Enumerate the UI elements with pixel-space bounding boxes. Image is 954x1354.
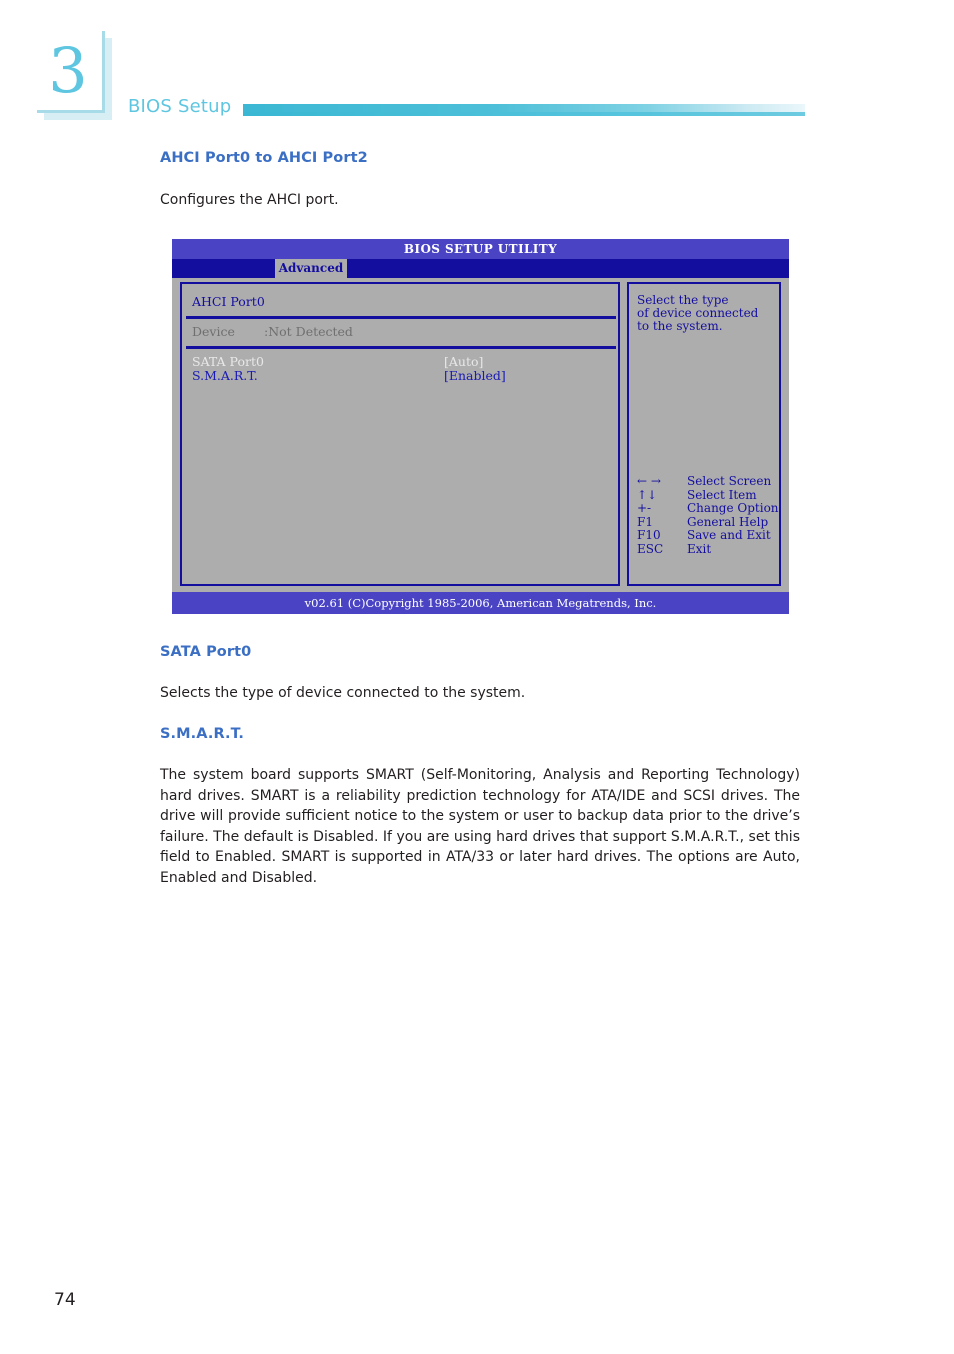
bios-footer-copyright: v02.61 (C)Copyright 1985-2006, American …	[172, 592, 789, 614]
bios-tab-bar: Advanced	[172, 259, 789, 278]
section-heading-sata-port0: SATA Port0	[160, 644, 252, 660]
bios-help-pane: Select the type of device connected to t…	[627, 282, 781, 586]
legend-key-esc: ESC	[637, 541, 664, 556]
bios-setup-screenshot: BIOS SETUP UTILITY Advanced AHCI Port0 D…	[172, 239, 789, 614]
bios-option-label-smart[interactable]: S.M.A.R.T.	[192, 368, 258, 383]
legend-row: F10 Save and Exit	[637, 528, 779, 542]
bios-help-line: to the system.	[637, 319, 723, 333]
legend-row: ← → Select Screen	[637, 474, 779, 488]
bios-device-value: :Not Detected	[264, 324, 353, 339]
bios-separator-top	[186, 316, 616, 319]
section-body-sata-port0: Selects the type of device connected to …	[160, 685, 526, 701]
section-body-smart: The system board supports SMART (Self-Mo…	[160, 767, 800, 886]
bios-help-line: Select the type	[637, 293, 729, 307]
bios-option-label-sata-port0[interactable]: SATA Port0	[192, 354, 264, 369]
bios-body: AHCI Port0 Device :Not Detected SATA Por…	[172, 278, 789, 592]
legend-key-f1: F1	[637, 514, 653, 529]
bios-option-value-smart[interactable]: [Enabled]	[444, 368, 506, 383]
legend-desc-change-option: Change Option	[687, 501, 779, 515]
chapter-number: 3	[48, 34, 88, 107]
bios-group-title: AHCI Port0	[192, 294, 265, 309]
bios-key-legend: ← → Select Screen ↑↓ Select Item +- Chan…	[637, 474, 779, 556]
legend-desc-select-screen: Select Screen	[687, 474, 772, 488]
legend-key-arrows-horizontal: ← →	[637, 474, 661, 488]
legend-desc-general-help: General Help	[687, 514, 769, 529]
legend-desc-select-item: Select Item	[687, 487, 757, 502]
legend-row: ↑↓ Select Item	[637, 488, 779, 502]
chapter-rule-underline	[243, 112, 805, 116]
bios-title-bar: BIOS SETUP UTILITY	[172, 239, 789, 259]
legend-row: ESC Exit	[637, 542, 779, 556]
section-heading-smart: S.M.A.R.T.	[160, 726, 245, 742]
legend-key-arrows-vertical: ↑↓	[637, 487, 658, 502]
bios-help-line: of device connected	[637, 306, 759, 320]
legend-row: F1 General Help	[637, 515, 779, 529]
legend-key-f10: F10	[637, 528, 661, 542]
page-number: 74	[54, 1290, 76, 1310]
legend-row: +- Change Option	[637, 501, 779, 515]
bios-main-pane: AHCI Port0 Device :Not Detected SATA Por…	[180, 282, 620, 586]
bios-separator-bottom	[186, 346, 616, 349]
chapter-title: BIOS Setup	[128, 96, 232, 117]
section-body-ahci-ports: Configures the AHCI port.	[160, 192, 339, 208]
bios-option-value-sata-port0[interactable]: [Auto]	[444, 354, 483, 369]
bios-device-label: Device	[192, 324, 235, 339]
bios-tab-advanced[interactable]: Advanced	[275, 259, 347, 278]
legend-desc-exit: Exit	[687, 541, 712, 556]
legend-desc-save-and-exit: Save and Exit	[687, 528, 771, 542]
chapter-number-box: 3	[37, 31, 105, 113]
section-heading-ahci-ports: AHCI Port0 to AHCI Port2	[160, 150, 368, 166]
legend-key-plus-minus: +-	[637, 501, 652, 515]
chapter-header: 3 BIOS Setup	[0, 0, 954, 140]
